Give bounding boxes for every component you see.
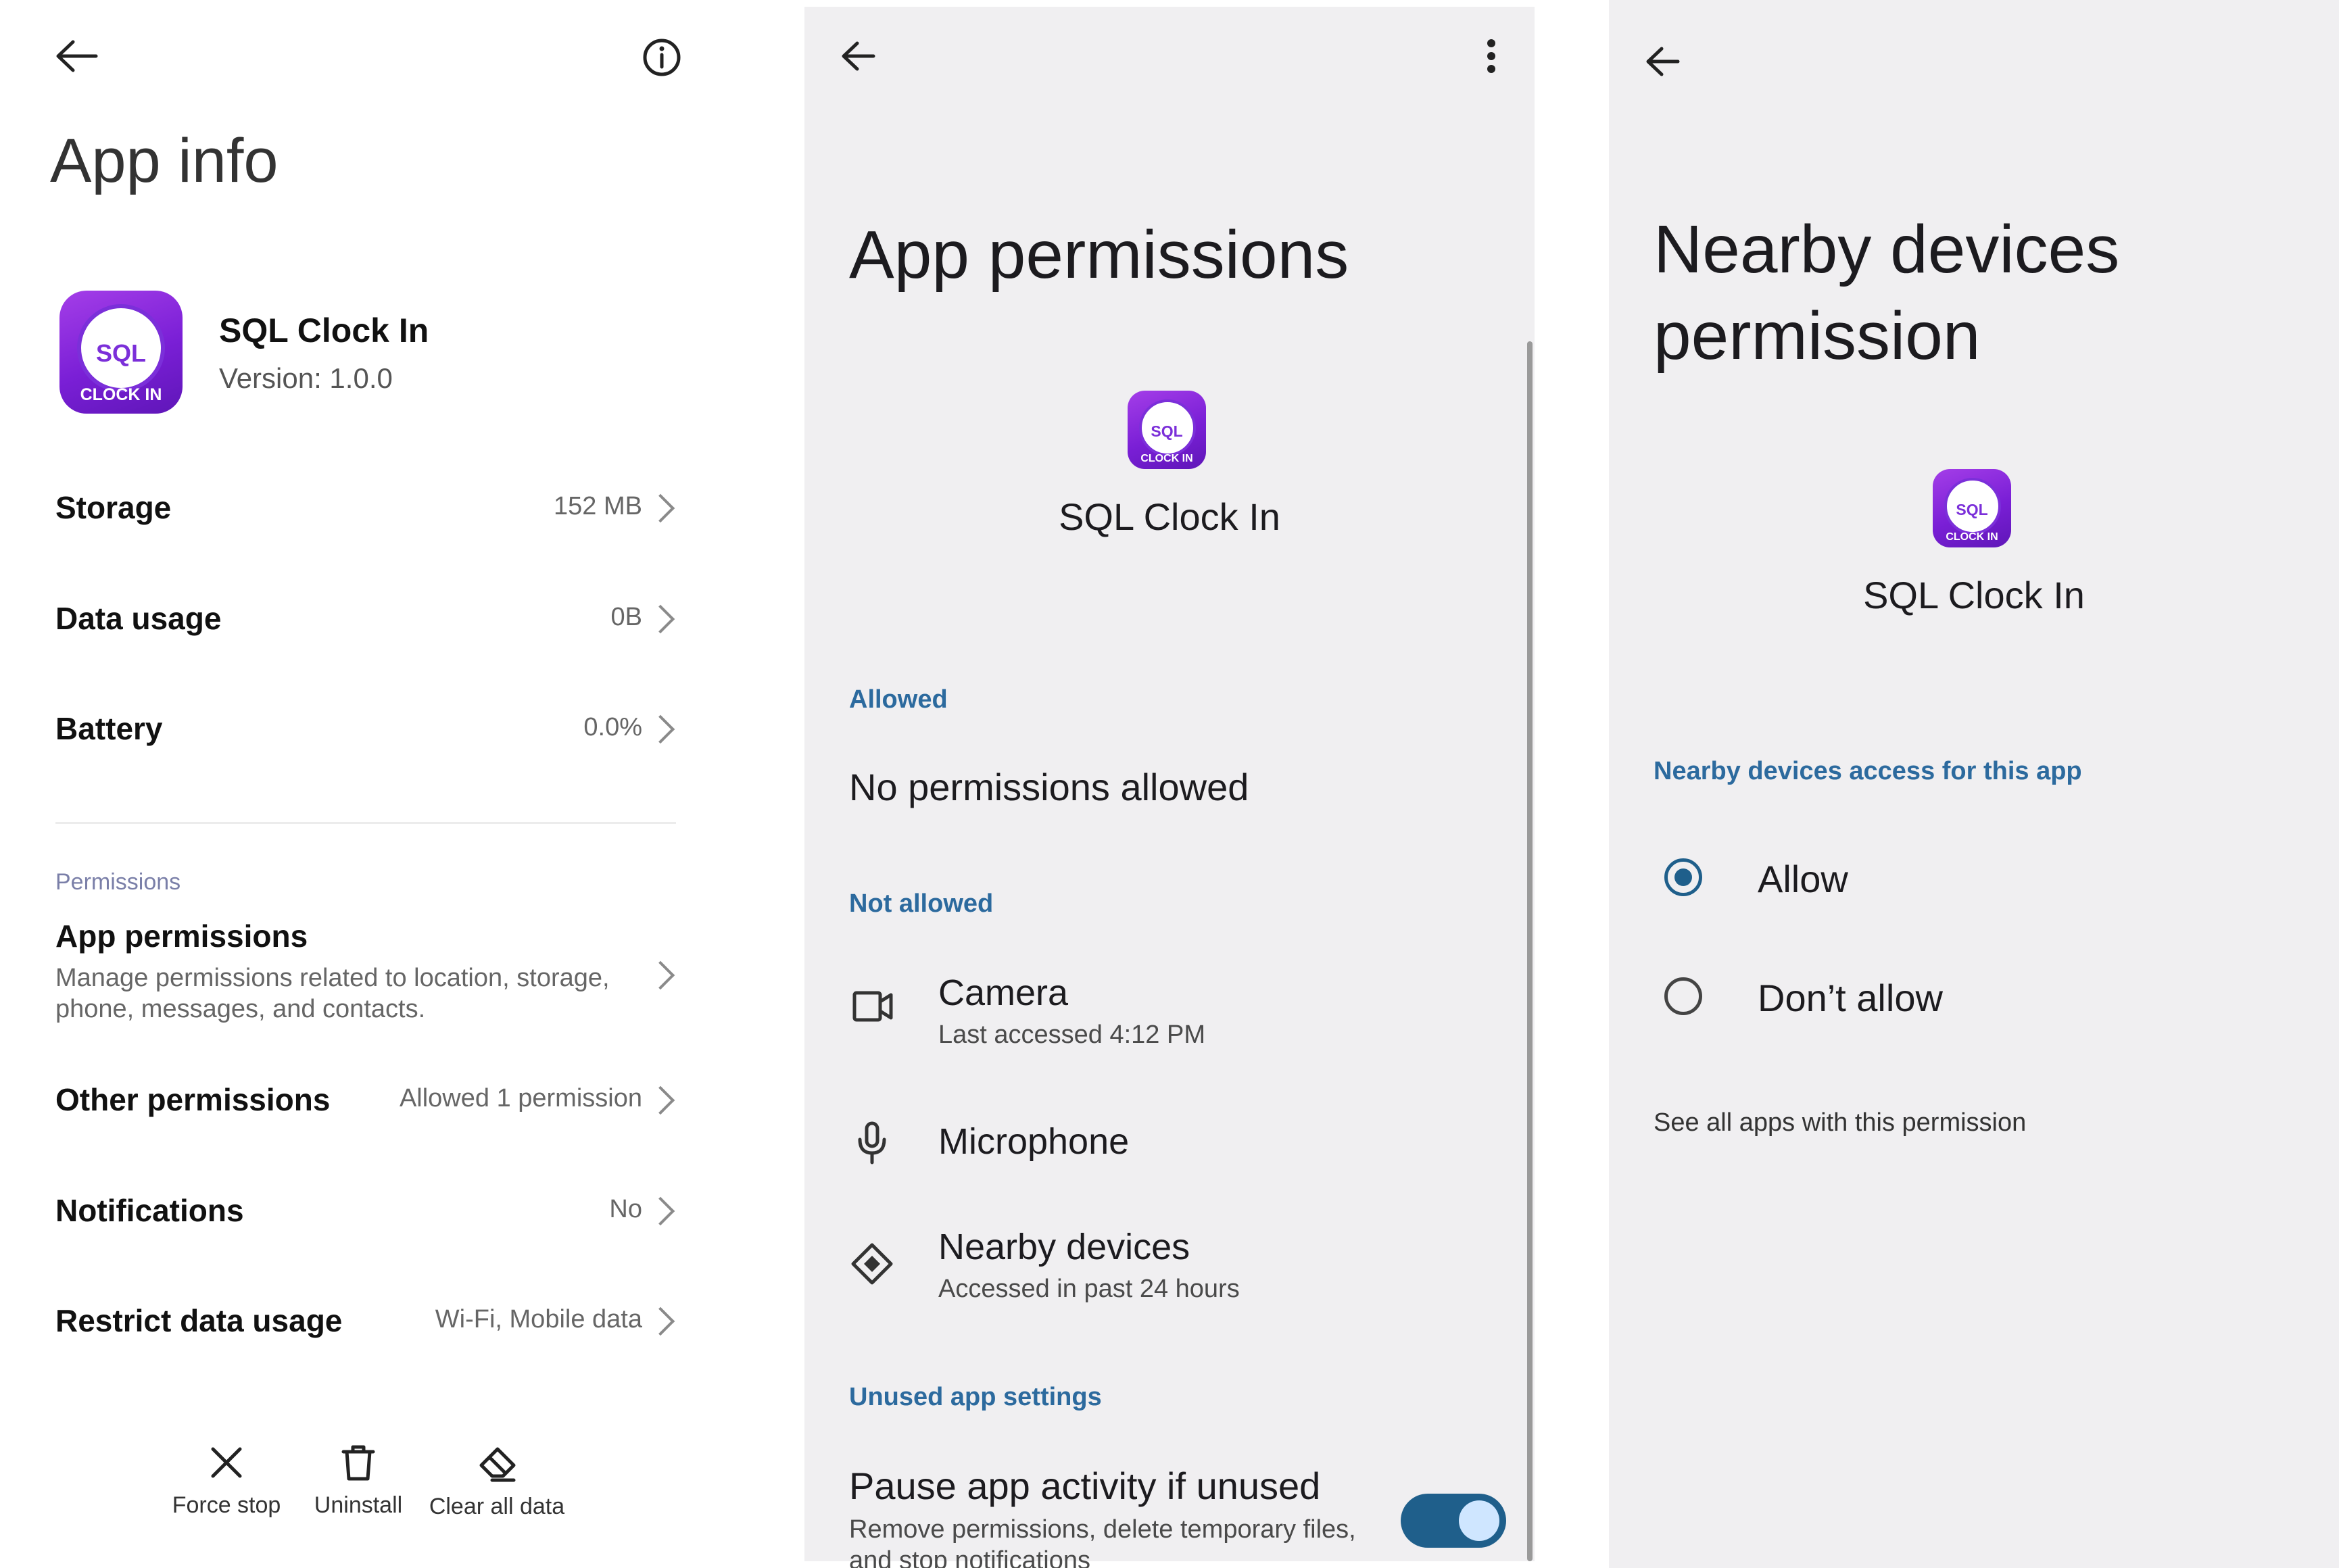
chevron-right-icon (646, 714, 675, 744)
chevron-right-icon (646, 493, 675, 523)
more-vertical-icon[interactable] (1485, 38, 1498, 78)
chevron-right-icon (646, 1085, 675, 1115)
no-permissions-text: No permissions allowed (849, 766, 1249, 808)
app-icon: SQL CLOCK IN (1933, 469, 2011, 547)
page-title-line2: permission (1654, 298, 1981, 374)
radio-unselected-icon (1664, 977, 1702, 1015)
close-x-icon (211, 1447, 242, 1478)
unused-app-settings-label: Unused app settings (849, 1383, 1102, 1411)
app-permissions-screen: App permissions SQL CLOCK IN SQL Clock I… (804, 0, 1535, 1568)
not-allowed-section-label: Not allowed (849, 889, 994, 918)
radio-option-allow[interactable]: Allow (1609, 842, 2339, 912)
allowed-section-label: Allowed (849, 685, 948, 714)
access-section-label: Nearby devices access for this app (1654, 757, 2082, 785)
permission-item-camera[interactable]: Camera Last accessed 4:12 PM (804, 960, 1521, 1068)
eraser-icon (479, 1447, 516, 1482)
app-info-screen: App info SQL CLOCK IN SQL Clock In Versi… (0, 0, 804, 1568)
chevron-right-icon (646, 604, 675, 634)
force-stop-button[interactable]: Force stop (155, 1440, 297, 1527)
nearby-devices-icon (851, 1243, 893, 1285)
arrow-left-icon[interactable] (53, 39, 100, 73)
info-circle-icon[interactable] (642, 38, 681, 77)
app-version: Version: 1.0.0 (219, 362, 393, 394)
app-permissions-row[interactable]: App permissions Manage permissions relat… (0, 912, 804, 1034)
uninstall-button[interactable]: Uninstall (291, 1440, 426, 1527)
chevron-right-icon (646, 960, 675, 990)
camera-icon (852, 991, 893, 1022)
permission-item-microphone[interactable]: Microphone (804, 1108, 1521, 1190)
page-title: App permissions (849, 217, 1349, 293)
toggle-thumb (1459, 1500, 1499, 1541)
divider (55, 822, 676, 824)
page-title-line1: Nearby devices (1654, 212, 2120, 287)
restrict-data-usage-row[interactable]: Restrict data usage Wi-Fi, Mobile data (0, 1286, 804, 1354)
notifications-row[interactable]: Notifications No (0, 1176, 804, 1244)
trash-icon (341, 1445, 375, 1481)
page-title: App info (50, 126, 279, 195)
radio-selected-icon (1664, 858, 1702, 896)
arrow-left-icon[interactable] (840, 39, 877, 73)
microphone-icon (858, 1121, 886, 1165)
pause-app-activity-row[interactable]: Pause app activity if unused Remove perm… (804, 1453, 1521, 1568)
storage-row[interactable]: Storage 152 MB (0, 473, 804, 541)
clear-all-data-button[interactable]: Clear all data (419, 1440, 575, 1527)
app-icon: SQL CLOCK IN (59, 291, 183, 414)
battery-row[interactable]: Battery 0.0% (0, 694, 804, 762)
permission-item-nearby-devices[interactable]: Nearby devices Accessed in past 24 hours (804, 1217, 1521, 1325)
see-all-apps-link[interactable]: See all apps with this permission (1654, 1108, 2026, 1137)
radio-option-dont-allow[interactable]: Don’t allow (1609, 961, 2339, 1031)
pause-toggle[interactable] (1401, 1494, 1506, 1548)
chevron-right-icon (646, 1196, 675, 1226)
other-permissions-row[interactable]: Other permissions Allowed 1 permission (0, 1065, 804, 1133)
permissions-section-label: Permissions (55, 869, 181, 895)
app-name: SQL Clock In (219, 312, 429, 349)
chevron-right-icon (646, 1306, 675, 1336)
app-icon: SQL CLOCK IN (1128, 391, 1206, 469)
app-name: SQL Clock In (1059, 495, 1280, 538)
arrow-left-icon[interactable] (1644, 45, 1682, 78)
app-name: SQL Clock In (1863, 574, 2085, 616)
nearby-devices-permission-screen: Nearby devices permission SQL CLOCK IN S… (1609, 0, 2339, 1568)
data-usage-row[interactable]: Data usage 0B (0, 584, 804, 652)
